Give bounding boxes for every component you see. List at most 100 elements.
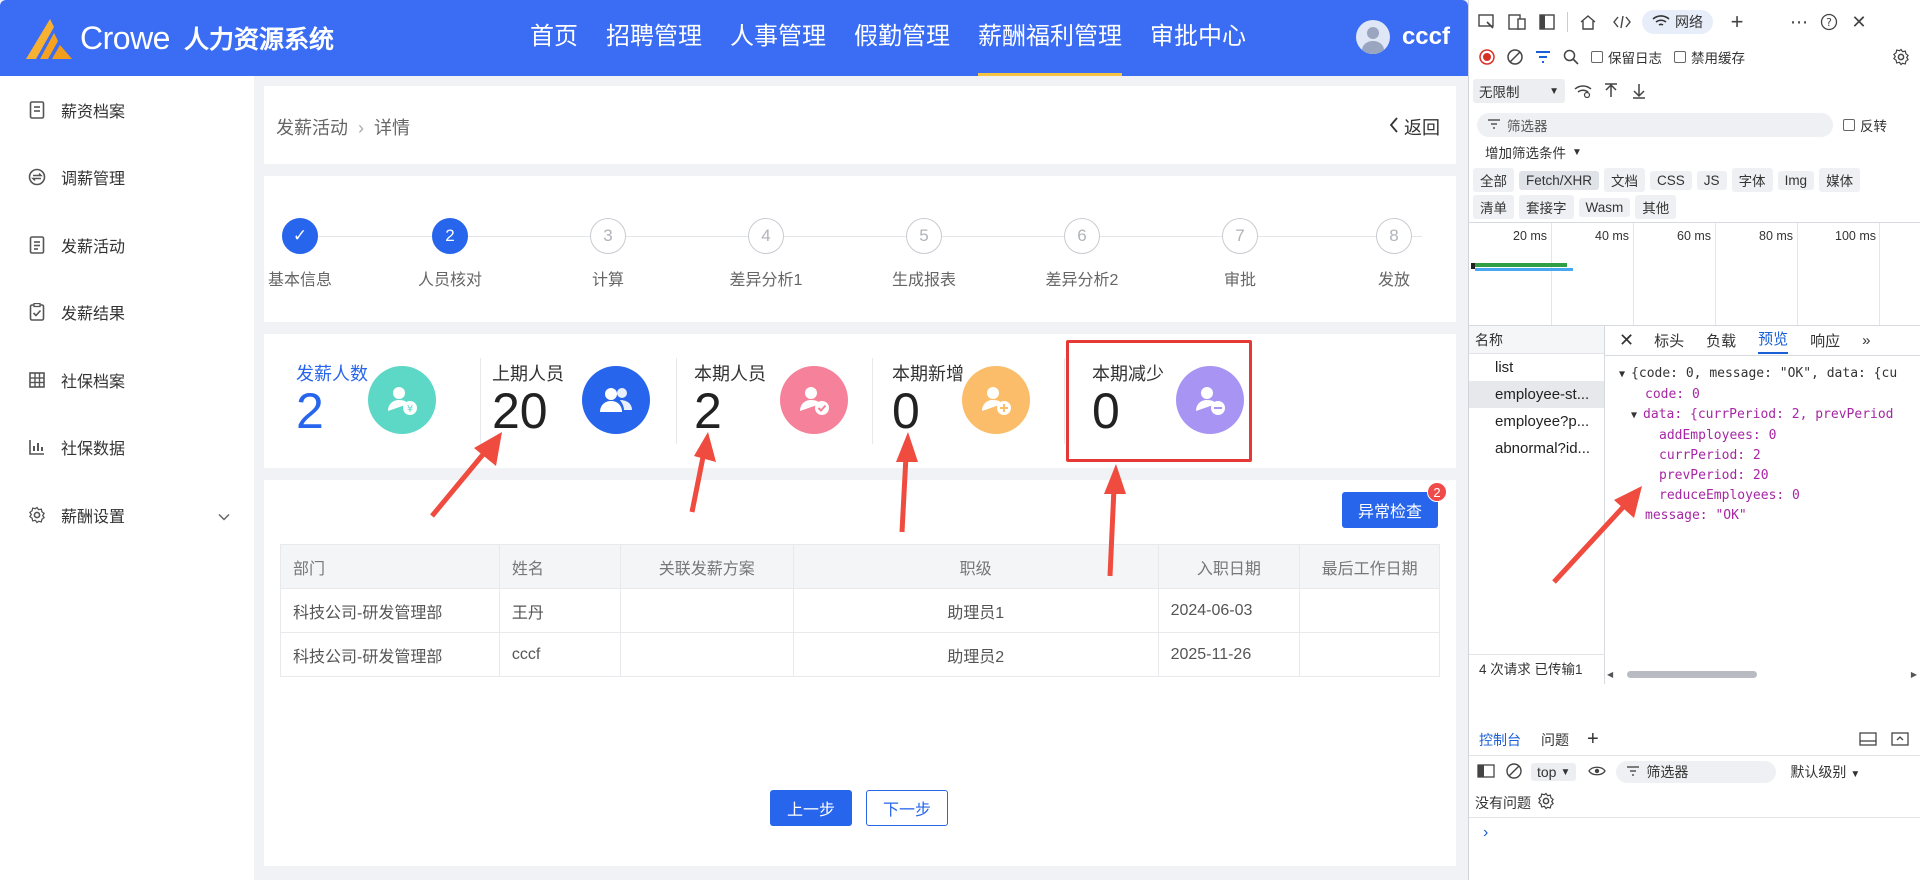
tab-payload[interactable]: 负载 [1706, 330, 1736, 351]
request-row[interactable]: abnormal?id... [1469, 435, 1604, 462]
import-icon[interactable] [1599, 79, 1623, 103]
record-icon[interactable] [1475, 45, 1499, 69]
console-prompt[interactable]: › [1469, 818, 1920, 848]
invert-checkbox[interactable] [1843, 119, 1855, 131]
context-select[interactable]: top ▼ [1531, 763, 1577, 781]
network-conditions-icon[interactable] [1571, 79, 1595, 103]
eye-icon[interactable] [1588, 764, 1607, 780]
sidebar-item-salary-settings[interactable]: 薪酬设置 [0, 481, 254, 549]
sidebar-item-payroll-result[interactable]: 发薪结果 [0, 279, 254, 347]
cell-hire-date: 2024-06-03 [1157, 588, 1301, 633]
chip-wasm[interactable]: Wasm [1578, 197, 1631, 217]
sidebar-item-social-data[interactable]: 社保数据 [0, 414, 254, 482]
json-line[interactable]: ▼ data: {currPeriod: 2, prevPeriod [1619, 405, 1919, 426]
chip-other[interactable]: 其他 [1635, 195, 1677, 219]
request-row[interactable]: employee-st... [1469, 381, 1604, 408]
sidebar-item-salary-file[interactable]: 薪资档案 [0, 76, 254, 144]
step-3[interactable]: 3 计算 [548, 218, 668, 290]
logo[interactable]: Crowe 人力资源系统 [24, 14, 334, 62]
chip-all[interactable]: 全部 [1473, 168, 1514, 192]
step-5[interactable]: 5 生成报表 [864, 218, 984, 290]
next-step-button[interactable]: 下一步 [866, 790, 948, 826]
more-tabs-icon[interactable]: » [1862, 332, 1870, 349]
chip-img[interactable]: Img [1777, 170, 1815, 190]
add-tab-icon[interactable]: + [1725, 9, 1749, 34]
abnormal-check-button[interactable]: 异常检查 2 [1342, 482, 1447, 528]
json-text: reduceEmployees: 0 [1659, 488, 1800, 503]
filter-icon[interactable] [1531, 45, 1555, 69]
user-menu[interactable]: cccf [1355, 20, 1450, 54]
elements-icon[interactable] [1610, 10, 1634, 34]
preserve-log-checkbox[interactable] [1591, 51, 1603, 63]
sidebar-item-payroll-activity[interactable]: 发薪活动 [0, 211, 254, 279]
tab-issues[interactable]: 问题 [1541, 730, 1569, 750]
chip-font[interactable]: 字体 [1731, 168, 1773, 192]
network-timeline[interactable]: 20 ms 40 ms 60 ms 80 ms 100 ms [1469, 222, 1920, 326]
table-row[interactable]: 科技公司-研发管理部 王丹 助理员1 2024-06-03 [280, 588, 1440, 633]
chip-media[interactable]: 媒体 [1819, 168, 1861, 192]
tab-headers[interactable]: 标头 [1654, 330, 1684, 351]
prev-step-button[interactable]: 上一步 [770, 790, 852, 826]
more-icon[interactable]: ⋯ [1787, 10, 1811, 34]
more-filters-row[interactable]: 增加筛选条件 ▼ [1469, 140, 1920, 164]
add-tab-icon[interactable]: + [1587, 728, 1599, 751]
nav-approval[interactable]: 审批中心 [1136, 0, 1260, 76]
export-icon[interactable] [1627, 79, 1651, 103]
close-icon[interactable]: ✕ [1847, 10, 1871, 34]
chip-manifest[interactable]: 清单 [1473, 195, 1514, 219]
log-level-select[interactable]: 默认级别 ▼ [1790, 762, 1860, 782]
caret-down-icon: ▼ [1572, 146, 1582, 158]
tab-preview[interactable]: 预览 [1758, 328, 1789, 354]
breadcrumb-parent[interactable]: 发薪活动 [276, 118, 348, 138]
settings-gear-icon[interactable] [1889, 45, 1913, 69]
dock-bottom-icon[interactable] [1859, 732, 1877, 749]
chip-fetch-xhr[interactable]: Fetch/XHR [1519, 170, 1600, 190]
chip-doc[interactable]: 文档 [1604, 168, 1646, 192]
breadcrumb-separator-icon: › [358, 118, 364, 138]
inspect-icon[interactable] [1475, 10, 1499, 34]
step-2[interactable]: 2 人员核对 [390, 218, 510, 290]
json-line[interactable]: ▼ {code: 0, message: "OK", data: {cu [1619, 364, 1919, 385]
step-4[interactable]: 4 差异分析1 [706, 218, 826, 290]
nav-leave-attendance[interactable]: 假勤管理 [840, 0, 964, 76]
json-tree: ▼ {code: 0, message: "OK", data: {cu cod… [1619, 364, 1919, 526]
nav-compensation[interactable]: 薪酬福利管理 [964, 0, 1136, 76]
console-filter-input[interactable]: 筛选器 [1616, 761, 1777, 783]
step-1[interactable]: ✓ 基本信息 [240, 218, 360, 290]
disable-cache-checkbox[interactable] [1674, 51, 1686, 63]
clear-console-icon[interactable] [1505, 762, 1523, 783]
chip-css[interactable]: CSS [1650, 170, 1692, 190]
table-row[interactable]: 科技公司-研发管理部 cccf 助理员2 2025-11-26 [280, 632, 1440, 677]
home-icon[interactable] [1576, 10, 1600, 34]
close-drawer-icon[interactable] [1891, 732, 1909, 749]
close-detail-icon[interactable]: ✕ [1619, 330, 1634, 351]
device-icon[interactable] [1505, 10, 1529, 34]
sidebar-toggle-icon[interactable] [1477, 763, 1495, 781]
nav-home[interactable]: 首页 [516, 0, 592, 76]
chip-socket[interactable]: 套接字 [1519, 195, 1574, 219]
sidebar-item-social-file[interactable]: 社保档案 [0, 346, 254, 414]
clear-icon[interactable] [1503, 45, 1527, 69]
help-icon[interactable]: ? [1817, 10, 1841, 34]
step-8[interactable]: 8 发放 [1334, 218, 1454, 290]
request-row[interactable]: employee?p... [1469, 408, 1604, 435]
chip-js[interactable]: JS [1696, 170, 1727, 190]
tab-network[interactable]: 网络 [1642, 10, 1713, 34]
step-6[interactable]: 6 差异分析2 [1022, 218, 1142, 290]
tab-console[interactable]: 控制台 [1479, 730, 1521, 750]
stat-divider [1064, 358, 1065, 444]
step-7[interactable]: 7 审批 [1180, 218, 1300, 290]
tab-response[interactable]: 响应 [1810, 330, 1840, 351]
search-icon[interactable] [1559, 45, 1583, 69]
dock-icon[interactable] [1535, 10, 1559, 34]
nav-recruitment[interactable]: 招聘管理 [592, 0, 716, 76]
settings-gear-icon[interactable] [1537, 792, 1555, 813]
horizontal-scrollbar[interactable]: ◀ ▶ [1607, 668, 1919, 680]
nav-personnel[interactable]: 人事管理 [716, 0, 840, 76]
sidebar-item-salary-adjust[interactable]: 调薪管理 [0, 144, 254, 212]
back-button[interactable]: 返回 [1388, 114, 1440, 140]
filter-input[interactable]: 筛选器 [1477, 113, 1833, 137]
throttle-select[interactable]: 无限制 ▼ [1473, 79, 1565, 103]
column-header: 最后工作日期 [1299, 544, 1440, 589]
request-row[interactable]: list [1469, 354, 1604, 381]
